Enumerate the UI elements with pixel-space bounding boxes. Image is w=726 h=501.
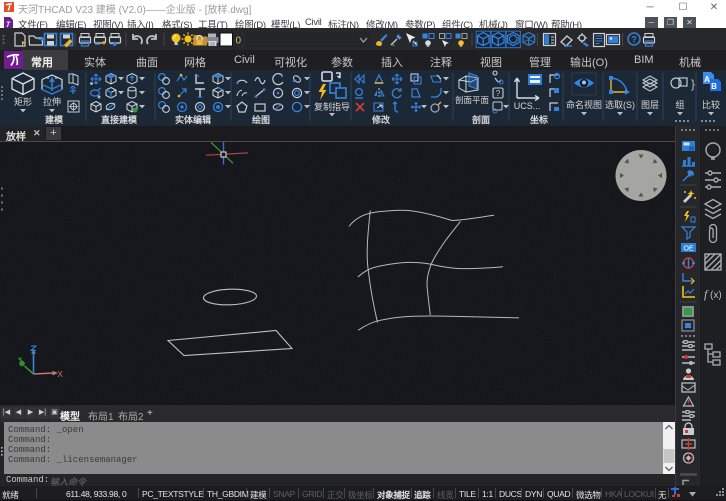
svg-text:OE: OE bbox=[683, 246, 693, 253]
svg-text:比较: 比较 bbox=[702, 99, 720, 110]
svg-text:?: ? bbox=[631, 35, 637, 45]
svg-text:X: X bbox=[58, 370, 64, 379]
svg-text:坐标: 坐标 bbox=[530, 114, 548, 125]
svg-text:f: f bbox=[704, 287, 709, 301]
svg-text:命名视图: 命名视图 bbox=[566, 99, 602, 110]
svg-text:复制指导: 复制指导 bbox=[314, 101, 350, 112]
svg-text:绘图: 绘图 bbox=[252, 114, 270, 125]
svg-text:0: 0 bbox=[236, 36, 242, 47]
svg-text:B: B bbox=[711, 82, 717, 91]
svg-text:修改: 修改 bbox=[371, 114, 391, 125]
svg-text:A: A bbox=[704, 75, 710, 84]
svg-text:(x): (x) bbox=[710, 290, 722, 301]
svg-text:选取(S): 选取(S) bbox=[605, 99, 635, 110]
svg-text:矩形: 矩形 bbox=[14, 96, 32, 107]
svg-text:组: 组 bbox=[675, 99, 684, 110]
svg-text:剖面: 剖面 bbox=[472, 114, 490, 125]
svg-text:UCS...: UCS... bbox=[514, 101, 541, 111]
svg-text:实体编辑: 实体编辑 bbox=[175, 114, 211, 125]
svg-text:拉伸: 拉伸 bbox=[43, 96, 61, 107]
svg-text:图层: 图层 bbox=[641, 100, 659, 110]
svg-text:?: ? bbox=[496, 89, 501, 98]
svg-text:建模: 建模 bbox=[45, 114, 64, 125]
svg-text:}: } bbox=[691, 77, 695, 91]
svg-text:剖面平面: 剖面平面 bbox=[455, 95, 490, 105]
svg-text:直接建模: 直接建模 bbox=[101, 114, 138, 125]
